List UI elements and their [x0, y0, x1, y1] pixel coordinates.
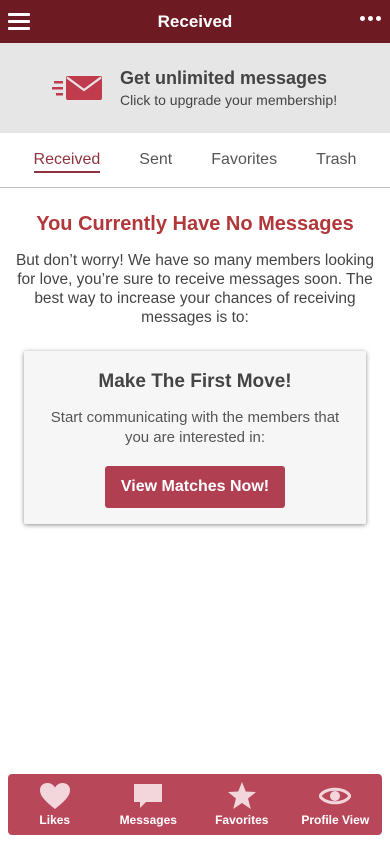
top-bar: Received [0, 0, 390, 43]
nav-label-profile-view: Profile View [301, 813, 370, 827]
tab-favorites[interactable]: Favorites [211, 151, 277, 171]
empty-state-title: You Currently Have No Messages [36, 213, 354, 235]
upgrade-banner[interactable]: Get unlimited messages Click to upgrade … [0, 43, 390, 133]
nav-item-favorites[interactable]: Favorites [202, 782, 282, 827]
nav-item-likes[interactable]: Likes [15, 782, 95, 827]
first-move-card: Make The First Move! Start communicating… [24, 351, 366, 524]
heart-icon [39, 783, 70, 809]
star-icon [227, 782, 256, 809]
hamburger-menu-icon[interactable] [8, 13, 30, 30]
chat-bubble-icon [134, 784, 163, 808]
nav-label-favorites: Favorites [215, 813, 269, 827]
tab-sent[interactable]: Sent [139, 151, 172, 171]
nav-label-likes: Likes [39, 813, 71, 827]
empty-state-description: But don’t worry! We have so many members… [15, 252, 375, 326]
card-title: Make The First Move! [98, 371, 292, 392]
card-description: Start communicating with the members tha… [50, 409, 340, 446]
eye-icon [319, 787, 352, 805]
nav-item-profile-view[interactable]: Profile View [295, 782, 375, 827]
page-title: Received [157, 11, 233, 31]
nav-item-messages[interactable]: Messages [108, 782, 188, 827]
tab-trash[interactable]: Trash [316, 151, 356, 171]
upgrade-heading: Get unlimited messages [120, 68, 328, 88]
more-dots-icon[interactable] [360, 16, 381, 21]
tab-received[interactable]: Received [33, 151, 101, 173]
upgrade-subtext: Click to upgrade your membership! [120, 92, 338, 108]
envelope-icon [52, 76, 102, 100]
view-matches-button[interactable]: View Matches Now! [104, 466, 286, 508]
message-tabs: Received Sent Favorites Trash [0, 133, 390, 188]
nav-label-messages: Messages [119, 813, 177, 827]
bottom-nav: Likes Messages Favorites Profile View [8, 774, 382, 835]
